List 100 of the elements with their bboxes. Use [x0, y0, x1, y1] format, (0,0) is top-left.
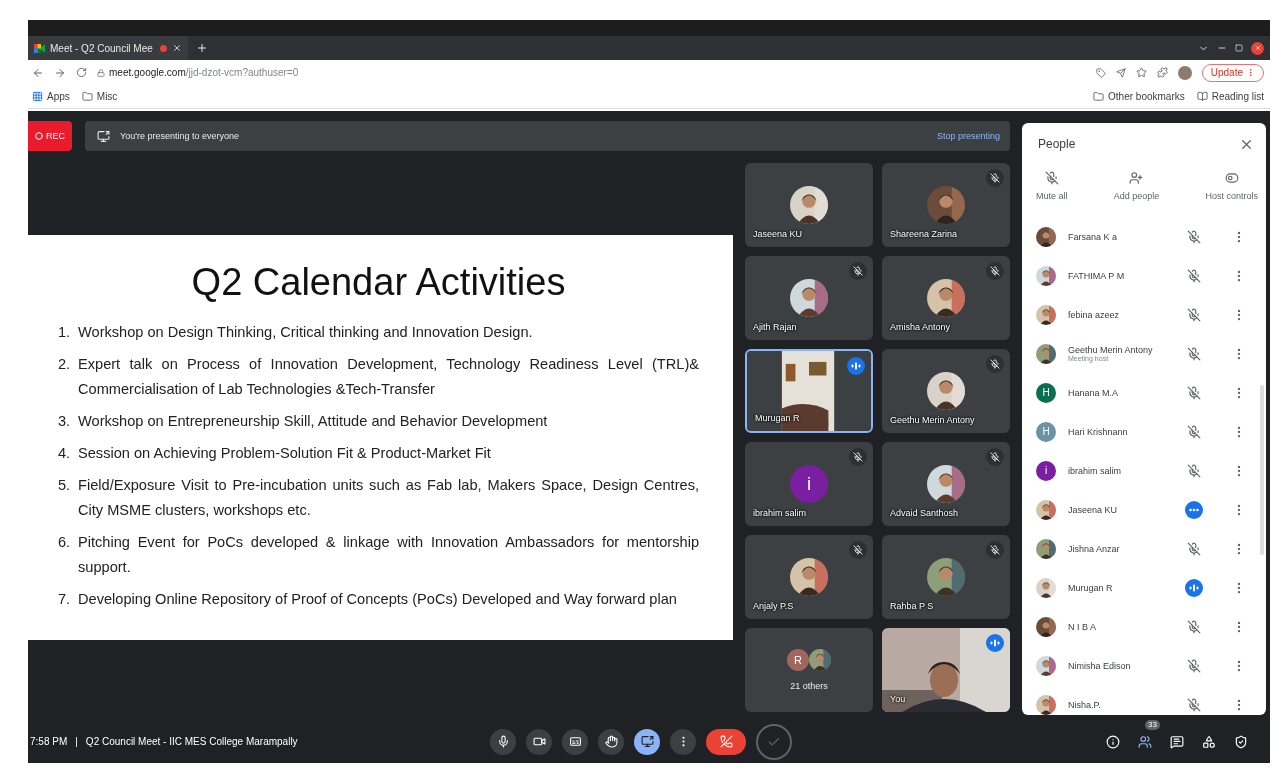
mic-off-icon — [1044, 171, 1059, 185]
new-tab-icon[interactable] — [196, 42, 208, 54]
meet-logo-icon — [34, 43, 45, 53]
participant-tile[interactable]: Amisha Antony — [882, 256, 1010, 340]
list-number: 4. — [58, 444, 72, 463]
maximize-icon[interactable] — [1235, 44, 1243, 52]
tab-title: Meet - Q2 Council Mee — [50, 42, 154, 54]
hang-up-icon — [719, 735, 733, 748]
participant-name: Hari Krishnann — [1068, 426, 1129, 437]
participant-tile[interactable]: i ibrahim salim — [745, 442, 873, 526]
participant-tile[interactable]: Shareena Zarina — [882, 163, 1010, 247]
list-item: Session on Achieving Problem-Solution Fit & Product-Market Fit — [78, 444, 492, 463]
bookmark-link[interactable]: Reading list — [1196, 91, 1264, 102]
hang-up-button[interactable] — [706, 728, 746, 755]
mic-button[interactable] — [490, 728, 516, 755]
participant-name: Jaseena KU — [1068, 504, 1119, 515]
avatar: i — [1036, 460, 1056, 481]
close-icon — [1253, 44, 1262, 52]
list-number: 1. — [58, 323, 72, 342]
captions-icon — [568, 735, 582, 748]
scrollbar[interactable] — [1260, 385, 1264, 555]
participant-name: You — [890, 694, 906, 704]
participant-name: Advaid Santhosh — [890, 508, 959, 518]
more-icon — [1246, 68, 1255, 77]
list-number: 6. — [58, 533, 72, 552]
send-icon[interactable] — [1115, 67, 1126, 78]
apps-icon — [32, 91, 43, 102]
list-item: Expert talk on Process of Innovation Development, Technology Readiness Level (TRL)& Commercialisation of Lab Technologies &Tech-Transfer — [78, 355, 699, 399]
activities-icon — [1202, 734, 1216, 749]
bookmark-link[interactable]: Apps — [32, 91, 70, 102]
mic-icon — [496, 735, 510, 748]
participant-tile[interactable]: You — [882, 628, 1010, 712]
list-number: 5. — [58, 476, 72, 495]
avatar: i — [790, 465, 828, 503]
meeting-name: Q2 Council Meet - IIC MES College Marampally — [85, 736, 298, 747]
info-icon — [1106, 734, 1120, 749]
participant-name: Shareena Zarina — [890, 229, 958, 239]
raise-hand-icon — [604, 735, 618, 748]
participant-name: Murugan R — [755, 413, 800, 423]
present-button[interactable] — [634, 728, 660, 755]
panel-action-button[interactable]: Mute all — [1032, 165, 1072, 217]
camera-button[interactable] — [526, 728, 552, 755]
panel-action-button[interactable]: Add people — [1109, 165, 1164, 217]
participant-name: Nimisha Edison — [1068, 660, 1132, 671]
list-item: Developing Online Repository of Proof of Concepts (PoCs) Developed and Way forward plan — [78, 590, 678, 609]
close-icon[interactable] — [172, 43, 182, 53]
participant-tile[interactable]: Ajith Rajan — [745, 256, 873, 340]
extensions-icon[interactable] — [1156, 67, 1168, 78]
more-button[interactable] — [670, 728, 696, 755]
avatar: H — [1036, 421, 1056, 442]
participant-name: Nisha.P. — [1068, 699, 1102, 710]
participant-tile[interactable]: Geethu Merin Antony — [882, 349, 1010, 433]
participant-name: Hanana M.A — [1068, 387, 1120, 398]
participant-name: ibrahim salim — [1068, 465, 1122, 476]
participant-name: Jaseena KU — [753, 229, 803, 239]
audio-level-icon — [990, 638, 1000, 648]
participant-name: N I B A — [1068, 621, 1097, 632]
toggle-icon — [1224, 171, 1239, 185]
reload-icon[interactable] — [76, 67, 87, 78]
participant-name: Amisha Antony — [890, 322, 951, 332]
participant-tile[interactable]: Jaseena KU — [745, 163, 873, 247]
participant-name: febina azeez — [1068, 309, 1121, 320]
audio-level-icon — [851, 361, 861, 371]
back-icon[interactable] — [32, 66, 44, 79]
participant-name: Murugan R — [1068, 582, 1114, 593]
stop-presenting-link[interactable]: Stop presenting — [936, 131, 1000, 141]
tag-icon[interactable] — [1095, 67, 1106, 78]
browser-tab[interactable]: Meet - Q2 Council Mee — [28, 36, 188, 60]
recording-badge: REC — [28, 121, 72, 151]
participant-name: FATHIMA P M — [1068, 270, 1126, 281]
participant-tile[interactable]: Advaid Santhosh — [882, 442, 1010, 526]
avatar: H — [1036, 382, 1056, 403]
address-field[interactable]: meet.google.com/jjd-dzot-vcm?authuser=0 — [97, 67, 1086, 78]
participant-name: Geethu Merin Antony — [1068, 345, 1154, 355]
participant-name: Ajith Rajan — [753, 322, 797, 332]
separator: | — [75, 736, 78, 747]
clock-time: 7:58 PM — [30, 736, 68, 747]
panel-action-button[interactable]: Host controls — [1201, 165, 1262, 217]
window-close-icon[interactable] — [1251, 41, 1264, 55]
safety-icon — [1234, 734, 1248, 749]
others-count: 21 others — [790, 681, 828, 691]
avatar: R — [787, 649, 809, 671]
check-button[interactable] — [756, 723, 792, 760]
participant-name: Geethu Merin Antony — [890, 415, 975, 425]
participant-tile[interactable]: R 21 others — [745, 628, 873, 712]
participant-tile[interactable]: Rahba P S — [882, 535, 1010, 619]
participant-tile[interactable]: Murugan R — [745, 349, 873, 433]
participant-name: Anjaly P.S — [753, 601, 794, 611]
captions-button[interactable] — [562, 728, 588, 755]
folder-icon — [1093, 91, 1105, 102]
list-number: 7. — [58, 590, 72, 609]
raise-hand-button[interactable] — [598, 728, 624, 755]
participant-tile[interactable]: Anjaly P.S — [745, 535, 873, 619]
star-icon[interactable] — [1135, 67, 1147, 78]
update-button[interactable]: Update — [1201, 63, 1264, 82]
profile-avatar[interactable] — [1177, 65, 1192, 80]
participant-name: Jishna Anzar — [1068, 543, 1121, 554]
banner-text: You're presenting to everyone — [120, 131, 240, 141]
bookmark-link[interactable]: Misc — [81, 91, 118, 102]
bookmark-link[interactable]: Other bookmarks — [1093, 91, 1185, 102]
